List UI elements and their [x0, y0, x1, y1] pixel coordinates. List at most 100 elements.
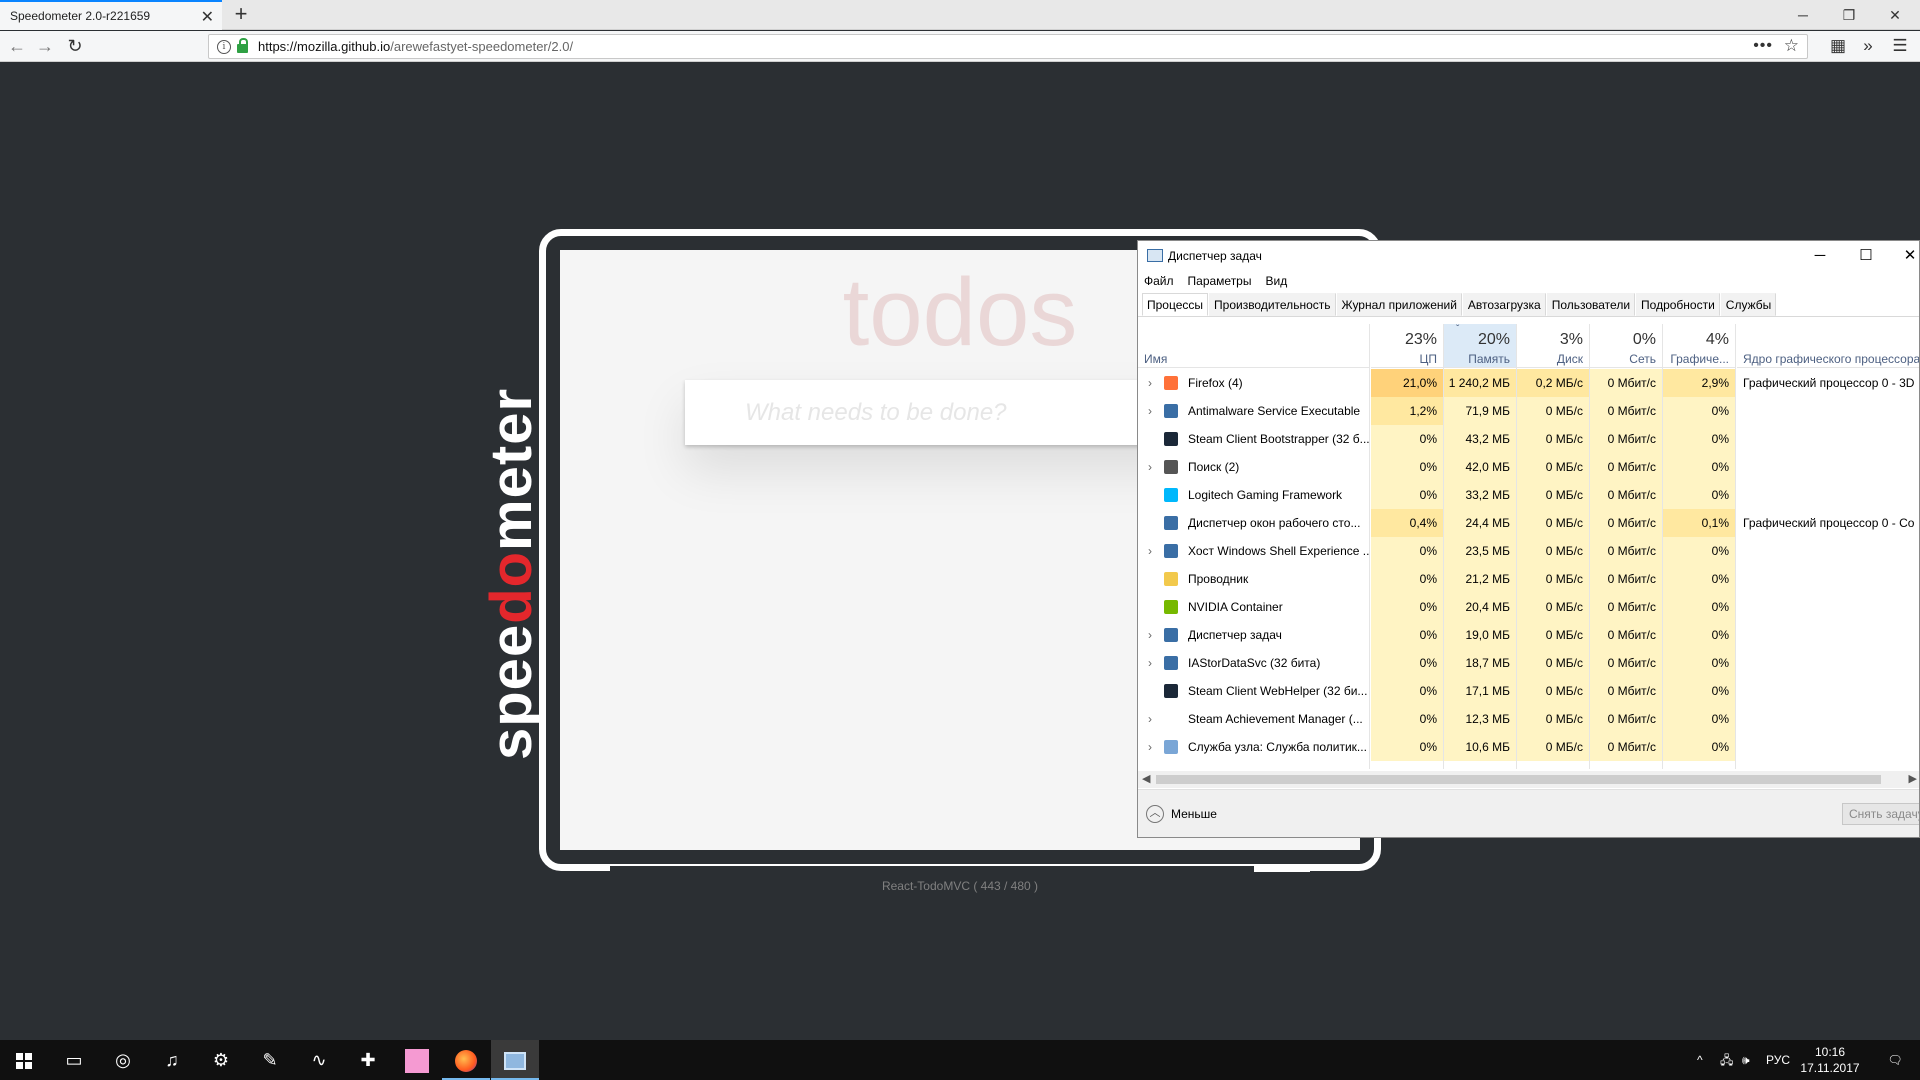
process-row[interactable]: › Хост Windows Shell Experience ...	[1138, 537, 1370, 565]
process-name: IAStorDataSvc (32 бита)	[1188, 656, 1321, 670]
network-column-header[interactable]: 0% Сеть	[1590, 324, 1662, 368]
chrome-icon[interactable]: ◎	[99, 1040, 147, 1080]
clock[interactable]: 10:16 17.11.2017	[1800, 1044, 1860, 1076]
expand-chevron-icon[interactable]: ›	[1144, 733, 1156, 761]
scrollbar-thumb[interactable]	[1156, 775, 1881, 784]
process-row[interactable]: Steam Client WebHelper (32 би...	[1138, 677, 1370, 705]
music-icon[interactable]: ♫	[148, 1040, 196, 1080]
gpu-cell: 0%	[1663, 397, 1735, 425]
steam-icon[interactable]: ⚙	[197, 1040, 245, 1080]
net-cell: 0 Мбит/с	[1590, 565, 1662, 593]
memory-column-header[interactable]: ˇ 20% Память	[1444, 324, 1516, 368]
show-hidden-icons[interactable]: ^	[1697, 1040, 1703, 1080]
menu-view[interactable]: Вид	[1265, 271, 1287, 291]
process-row[interactable]: › Antimalware Service Executable	[1138, 397, 1370, 425]
process-row[interactable]: Steam Client Bootstrapper (32 б...	[1138, 425, 1370, 453]
new-tab-button[interactable]: +	[228, 2, 254, 28]
bookmark-star-icon[interactable]: ☆	[1784, 36, 1799, 56]
sort-desc-icon: ˇ	[1456, 324, 1460, 335]
reload-button[interactable]: ↻	[62, 34, 88, 58]
start-button[interactable]	[0, 1040, 48, 1080]
expand-chevron-icon[interactable]: ›	[1144, 705, 1156, 733]
net-cell: 0 Мбит/с	[1590, 733, 1662, 761]
gpu-engine-column-header[interactable]: Ядро графического процессора	[1737, 324, 1919, 368]
scroll-left-icon[interactable]: ◀	[1142, 771, 1150, 788]
fewer-details-button[interactable]: ︿ Меньше	[1146, 805, 1217, 823]
overflow-chevron-icon[interactable]: »	[1855, 34, 1881, 58]
tab-users[interactable]: Пользователи	[1546, 293, 1636, 316]
process-row[interactable]: Проводник	[1138, 565, 1370, 593]
tab-processes[interactable]: Процессы	[1142, 293, 1209, 316]
tm-minimize-button[interactable]: ─	[1800, 243, 1840, 269]
tab-startup[interactable]: Автозагрузка	[1462, 293, 1546, 316]
process-row[interactable]: NVIDIA Container	[1138, 593, 1370, 621]
tm-maximize-button[interactable]: ☐	[1846, 243, 1886, 269]
restore-window-button[interactable]: ❐	[1826, 0, 1872, 30]
expand-chevron-icon[interactable]: ›	[1144, 621, 1156, 649]
tab-details[interactable]: Подробности	[1636, 293, 1720, 316]
expand-chevron-icon[interactable]: ›	[1144, 369, 1156, 397]
close-tab-icon[interactable]: ✕	[201, 7, 214, 27]
process-row[interactable]: › Firefox (4)	[1138, 369, 1370, 397]
process-row[interactable]: › IAStorDataSvc (32 бита)	[1138, 649, 1370, 677]
library-icon[interactable]: ▦	[1825, 34, 1851, 58]
tab-app-history[interactable]: Журнал приложений	[1336, 293, 1462, 316]
task-manager-taskbar-icon[interactable]	[491, 1040, 539, 1080]
expand-chevron-icon[interactable]: ›	[1144, 397, 1156, 425]
tm-close-button[interactable]: ✕	[1890, 243, 1919, 269]
process-icon	[1164, 600, 1178, 614]
gpu-cell: 0%	[1663, 537, 1735, 565]
browser-tab[interactable]: Speedometer 2.0-r221659 ✕	[0, 0, 222, 30]
language-indicator[interactable]: РУС	[1766, 1040, 1790, 1080]
disk-column-header[interactable]: 3% Диск	[1517, 324, 1589, 368]
firefox-icon[interactable]	[442, 1040, 490, 1080]
net-cell: 0 Мбит/с	[1590, 593, 1662, 621]
process-icon	[1164, 376, 1178, 390]
menu-hamburger-icon[interactable]: ☰	[1887, 34, 1913, 58]
url-bar[interactable]: i https://mozilla.github.io/arewefastyet…	[208, 34, 1808, 59]
expand-chevron-icon[interactable]: ›	[1144, 537, 1156, 565]
process-row[interactable]: Logitech Gaming Framework	[1138, 481, 1370, 509]
task-view-icon[interactable]: ▭	[50, 1040, 98, 1080]
cpu-cell: 0%	[1371, 621, 1443, 649]
menu-options[interactable]: Параметры	[1188, 271, 1252, 291]
net-cell: 0 Мбит/с	[1590, 369, 1662, 397]
tab-services[interactable]: Службы	[1720, 293, 1777, 316]
gamepad-icon[interactable]: ✚	[344, 1040, 392, 1080]
gpu-cell: 0%	[1663, 733, 1735, 761]
minimize-window-button[interactable]: ─	[1780, 0, 1826, 30]
gpu-cell: 0%	[1663, 621, 1735, 649]
gpu-column: 4% Графиче... 2,9% 0% 0% 0% 0% 0,1% 0% 0% 0% 0% 0%…	[1663, 324, 1736, 769]
back-button[interactable]: ←	[4, 34, 30, 58]
notifications-icon[interactable]: 🗨	[1880, 1040, 1910, 1080]
wrench-icon[interactable]: ✎	[246, 1040, 294, 1080]
pink-app-icon[interactable]	[393, 1040, 441, 1080]
process-row[interactable]: Диспетчер окон рабочего сто...	[1138, 509, 1370, 537]
site-info-icon[interactable]: i	[217, 39, 231, 54]
route-icon[interactable]: ∿	[295, 1040, 343, 1080]
process-row[interactable]: › Служба узла: Служба политик...	[1138, 733, 1370, 761]
process-row[interactable]: › Поиск (2)	[1138, 453, 1370, 481]
name-column-header[interactable]: Имя	[1138, 324, 1369, 368]
expand-chevron-icon[interactable]: ›	[1144, 453, 1156, 481]
forward-button[interactable]: →	[32, 34, 58, 58]
tm-menu-bar: Файл Параметры Вид	[1138, 271, 1919, 291]
process-row[interactable]: › Steam Achievement Manager (...	[1138, 705, 1370, 733]
expand-chevron-icon[interactable]: ›	[1144, 649, 1156, 677]
tab-performance[interactable]: Производительность	[1209, 293, 1336, 316]
horizontal-scrollbar[interactable]: ◀ ▶	[1138, 771, 1919, 788]
mem-cell: 21,2 МБ	[1444, 565, 1516, 593]
menu-file[interactable]: Файл	[1144, 271, 1174, 291]
scroll-right-icon[interactable]: ▶	[1909, 771, 1917, 788]
gpu-engine-cell	[1737, 621, 1919, 649]
process-row[interactable]: › Диспетчер задач	[1138, 621, 1370, 649]
cpu-column-header[interactable]: 23% ЦП	[1371, 324, 1443, 368]
progress-fill	[610, 866, 1254, 872]
page-actions-icon[interactable]: •••	[1753, 37, 1773, 55]
end-task-button[interactable]: Снять задачу	[1842, 803, 1919, 825]
gpu-cell: 0%	[1663, 649, 1735, 677]
gpu-column-header[interactable]: 4% Графиче...	[1663, 324, 1735, 368]
volume-tray-icon[interactable]: 🕪	[1742, 1040, 1750, 1080]
close-window-button[interactable]: ✕	[1872, 0, 1918, 30]
network-tray-icon[interactable]: 🖧	[1720, 1040, 1733, 1080]
